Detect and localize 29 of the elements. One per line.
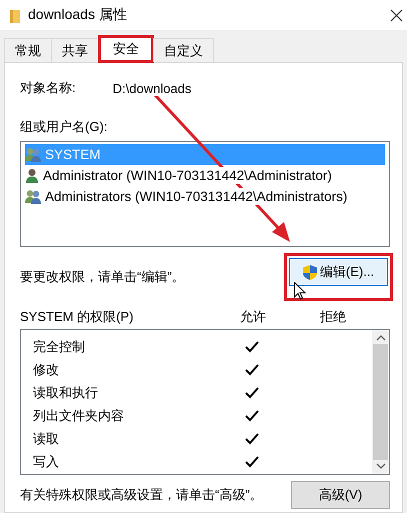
folder-icon <box>10 8 20 22</box>
object-path: D:\downloads <box>112 80 192 96</box>
column-header: 允许 <box>239 308 267 326</box>
user-icon <box>25 168 39 183</box>
tab[interactable]: 自定义 <box>153 38 214 62</box>
scrollbar[interactable] <box>372 330 389 474</box>
permissions-title: SYSTEM 的权限(P) <box>20 308 134 326</box>
permission-name: 读取 <box>33 430 60 448</box>
window-title: downloads 属性 <box>28 6 128 24</box>
permission-name: 修改 <box>33 360 60 378</box>
shield-icon <box>302 264 317 280</box>
advanced-button[interactable]: 高级(V) <box>291 481 390 509</box>
group-icon <box>25 189 41 204</box>
tab[interactable]: 常规 <box>4 38 52 62</box>
edit-hint: 要更改权限，请单击“编辑”。 <box>20 268 185 286</box>
group-icon <box>25 147 41 162</box>
scroll-down-icon[interactable] <box>376 463 386 469</box>
permission-name: 读取和执行 <box>33 384 99 402</box>
tab[interactable]: 安全 <box>98 35 154 63</box>
edit-button[interactable]: 编辑(E)... <box>289 258 388 286</box>
close-icon[interactable] <box>390 8 402 22</box>
permission-name: 写入 <box>33 452 60 470</box>
scroll-up-icon[interactable] <box>376 335 386 341</box>
column-header: 拒绝 <box>319 308 347 326</box>
permission-name: 列出文件夹内容 <box>33 406 125 424</box>
field-label: 对象名称: <box>20 79 76 97</box>
permission-name: 完全控制 <box>33 338 86 356</box>
list-label: 组或用户名(G): <box>20 118 108 136</box>
advanced-hint: 有关特殊权限或高级设置，请单击“高级”。 <box>20 486 263 504</box>
